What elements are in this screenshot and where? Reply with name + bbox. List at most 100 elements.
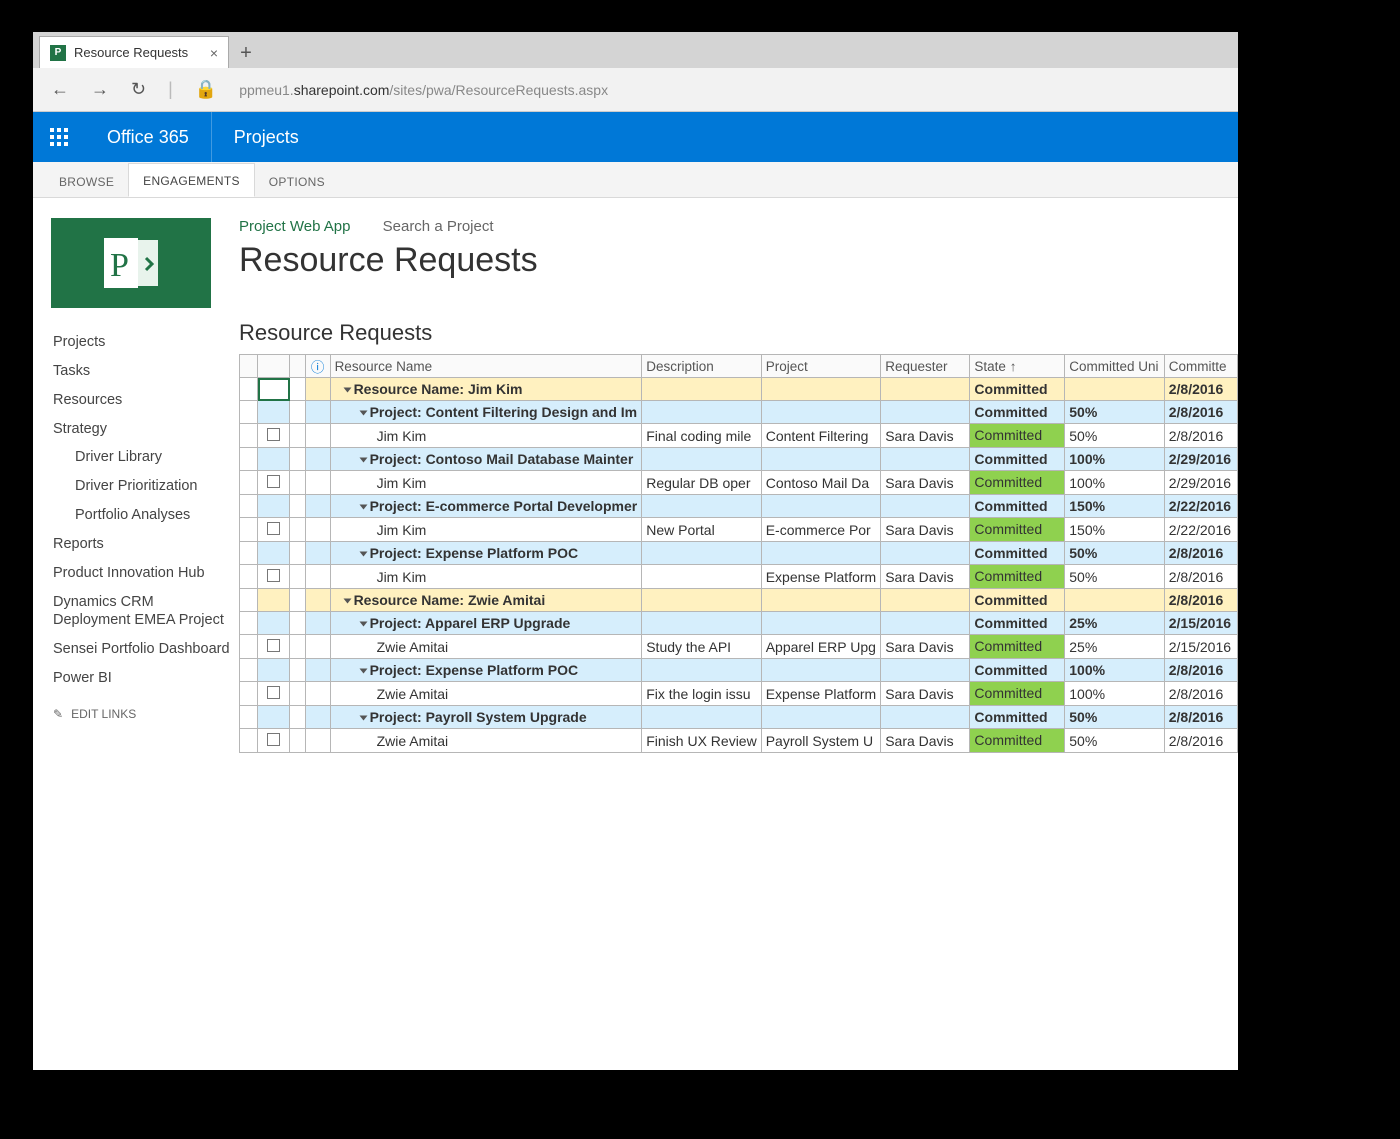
page-title: Resource Requests (239, 241, 538, 280)
row-checkbox[interactable] (258, 424, 290, 448)
nav-item[interactable]: Strategy (53, 415, 233, 444)
row-select[interactable] (258, 448, 290, 471)
row-checkbox[interactable] (258, 729, 290, 753)
col-gutter (240, 355, 258, 378)
cell-committed-units: 50% (1065, 729, 1165, 753)
row-select[interactable] (258, 706, 290, 729)
col-state[interactable]: State ↑ (970, 355, 1065, 378)
grid-row[interactable]: Jim KimNew PortalE-commerce PorSara Davi… (240, 518, 1238, 542)
cell-state: Committed (970, 448, 1065, 471)
grid-row[interactable]: Project: Expense Platform POCCommitted10… (240, 659, 1238, 682)
row-checkbox[interactable] (258, 682, 290, 706)
cell-description (642, 706, 761, 729)
row-info (305, 401, 330, 424)
col-resource-name[interactable]: Resource Name (330, 355, 642, 378)
close-icon[interactable]: × (210, 45, 218, 61)
row-info (305, 448, 330, 471)
row-select[interactable] (258, 401, 290, 424)
row-select[interactable] (258, 659, 290, 682)
row-checkbox[interactable] (258, 565, 290, 589)
row-checkbox[interactable] (258, 471, 290, 495)
grid-row[interactable]: Project: Payroll System UpgradeCommitted… (240, 706, 1238, 729)
grid-row[interactable]: Project: Contoso Mail Database MainterCo… (240, 448, 1238, 471)
grid-row[interactable]: Project: E-commerce Portal DevelopmerCom… (240, 495, 1238, 518)
col-select[interactable] (258, 355, 290, 378)
ribbon: BROWSE ENGAGEMENTS OPTIONS (33, 162, 1238, 198)
cell-requester (881, 659, 970, 682)
breadcrumb-search[interactable]: Search a Project (383, 218, 494, 235)
row-select[interactable] (258, 612, 290, 635)
edit-links[interactable]: ✎ EDIT LINKS (53, 707, 233, 721)
nav-item[interactable]: Resources (53, 386, 233, 415)
cell-committed-date: 2/29/2016 (1164, 471, 1237, 495)
cell-resource-name: Project: Payroll System Upgrade (330, 706, 642, 729)
cell-resource-name: Jim Kim (330, 424, 642, 448)
cell-project (761, 612, 881, 635)
grid-row[interactable]: Project: Expense Platform POCCommitted50… (240, 542, 1238, 565)
grid-row[interactable]: Jim KimFinal coding mileContent Filterin… (240, 424, 1238, 448)
row-gutter (240, 729, 258, 753)
row-select[interactable] (258, 589, 290, 612)
grid-row[interactable]: Jim KimRegular DB operContoso Mail DaSar… (240, 471, 1238, 495)
nav-item[interactable]: Projects (53, 328, 233, 357)
resource-requests-grid[interactable]: ⓘ Resource Name Description Project Requ… (239, 354, 1238, 753)
cell-committed-date: 2/8/2016 (1164, 565, 1237, 589)
col-committed-units[interactable]: Committed Uni (1065, 355, 1165, 378)
browser-tab[interactable]: P Resource Requests × (39, 36, 229, 68)
grid-row[interactable]: Zwie AmitaiStudy the APIApparel ERP UpgS… (240, 635, 1238, 659)
cell-project (761, 589, 881, 612)
cell-project: Expense Platform (761, 565, 881, 589)
row-select-active[interactable] (258, 378, 290, 401)
col-requester[interactable]: Requester (881, 355, 970, 378)
page-header: P Project Web App Search a Project Resou… (33, 198, 1238, 308)
cell-resource-name: Jim Kim (330, 471, 642, 495)
row-checkbox[interactable] (258, 635, 290, 659)
refresh-icon[interactable]: ↻ (131, 79, 146, 100)
nav-item[interactable]: Power BI (53, 664, 233, 693)
ribbon-tab-browse[interactable]: BROWSE (45, 165, 128, 197)
nav-item[interactable]: Sensei Portfolio Dashboard (53, 635, 233, 664)
col-description[interactable]: Description (642, 355, 761, 378)
nav-item[interactable]: Product Innovation Hub (53, 559, 233, 588)
breadcrumb-app[interactable]: Project Web App (239, 218, 350, 235)
cell-project (761, 659, 881, 682)
grid-row[interactable]: Resource Name: Jim KimCommitted2/8/2016 (240, 378, 1238, 401)
col-info-icon[interactable]: ⓘ (305, 355, 330, 378)
row-checkbox[interactable] (258, 518, 290, 542)
col-committed-date[interactable]: Committe (1164, 355, 1237, 378)
cell-requester: Sara Davis (881, 682, 970, 706)
cell-committed-units: 100% (1065, 659, 1165, 682)
forward-icon[interactable]: → (91, 79, 109, 100)
nav-item[interactable]: Portfolio Analyses (53, 501, 233, 530)
new-tab-button[interactable]: + (229, 38, 263, 68)
col-project[interactable]: Project (761, 355, 881, 378)
suite-brand[interactable]: Office 365 (85, 112, 211, 162)
url-display[interactable]: ppmeu1.sharepoint.com/sites/pwa/Resource… (239, 82, 608, 98)
grid-row[interactable]: Zwie AmitaiFix the login issuExpense Pla… (240, 682, 1238, 706)
ribbon-tab-engagements[interactable]: ENGAGEMENTS (128, 163, 255, 197)
cell-requester (881, 495, 970, 518)
row-select[interactable] (258, 495, 290, 518)
nav-item[interactable]: Driver Library (53, 443, 233, 472)
nav-item[interactable]: Driver Prioritization (53, 472, 233, 501)
grid-row[interactable]: Project: Apparel ERP UpgradeCommitted25%… (240, 612, 1238, 635)
nav-item[interactable]: Dynamics CRM Deployment EMEA Project (53, 588, 233, 636)
row-select[interactable] (258, 542, 290, 565)
grid-row[interactable]: Resource Name: Zwie AmitaiCommitted2/8/2… (240, 589, 1238, 612)
cell-resource-name: Project: E-commerce Portal Developmer (330, 495, 642, 518)
row-gutter (240, 565, 258, 589)
nav-item[interactable]: Reports (53, 530, 233, 559)
cell-description (642, 378, 761, 401)
grid-row[interactable]: Jim KimExpense PlatformSara DavisCommitt… (240, 565, 1238, 589)
breadcrumb: Project Web App Search a Project (239, 218, 538, 235)
cell-project: Apparel ERP Upg (761, 635, 881, 659)
ribbon-tab-options[interactable]: OPTIONS (255, 165, 339, 197)
app-launcher-icon[interactable] (33, 112, 85, 162)
suite-app[interactable]: Projects (211, 112, 321, 162)
svg-text:P: P (110, 247, 129, 284)
cell-committed-units: 25% (1065, 635, 1165, 659)
grid-row[interactable]: Project: Content Filtering Design and Im… (240, 401, 1238, 424)
nav-item[interactable]: Tasks (53, 357, 233, 386)
back-icon[interactable]: ← (51, 79, 69, 100)
grid-row[interactable]: Zwie AmitaiFinish UX ReviewPayroll Syste… (240, 729, 1238, 753)
